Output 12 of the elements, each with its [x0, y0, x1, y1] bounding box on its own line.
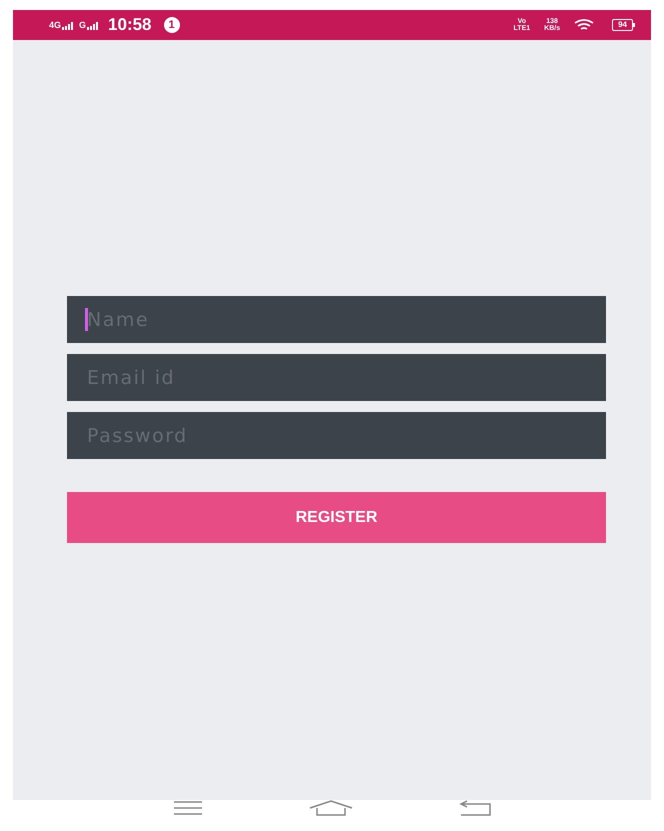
notification-badge: 1 — [164, 17, 180, 33]
status-time: 10:58 — [108, 15, 152, 35]
battery-icon: 94 — [612, 19, 635, 31]
register-button[interactable]: REGISTER — [67, 492, 606, 543]
wifi-icon — [574, 18, 594, 32]
home-icon[interactable] — [309, 800, 353, 816]
network-type: 4G — [49, 20, 62, 30]
signal-icon — [87, 22, 98, 30]
signal-icon — [62, 22, 74, 30]
network-type: G — [79, 20, 86, 30]
back-icon[interactable] — [459, 800, 491, 816]
menu-icon[interactable] — [173, 801, 203, 815]
